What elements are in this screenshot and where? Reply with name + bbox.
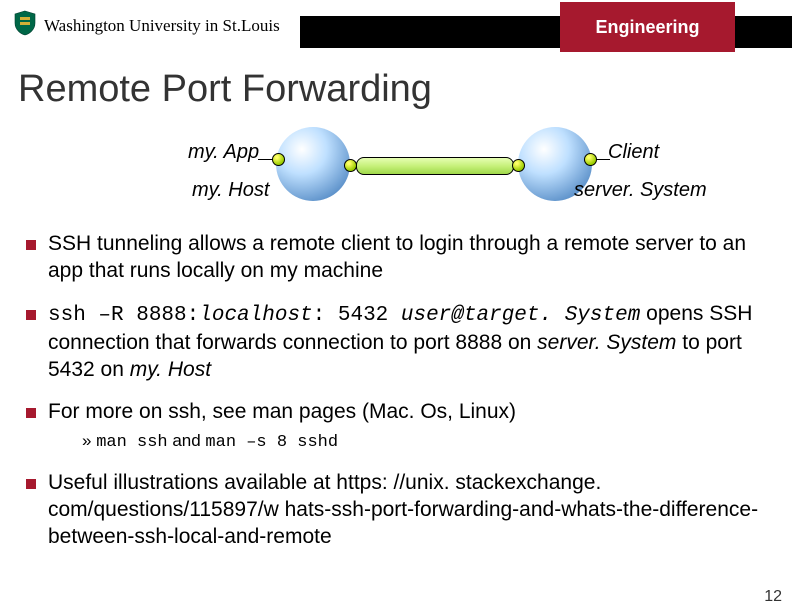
label-my-host: my. Host [192, 179, 269, 202]
slide-body: SSH tunneling allows a remote client to … [22, 231, 764, 551]
header-bar: Washington University in St.Louis Engine… [0, 0, 792, 58]
bullet-4-text: Useful illustrations available at https:… [48, 471, 758, 548]
label-server: server. System [574, 179, 707, 202]
man-ssh: man ssh [96, 433, 167, 452]
bullet-3: For more on ssh, see man pages (Mac. Os,… [22, 399, 764, 454]
slide-title: Remote Port Forwarding [18, 68, 792, 111]
header-left-white: Washington University in St.Louis [0, 0, 300, 50]
ssh-tunnel [356, 157, 514, 175]
bullet-3-text: For more on ssh, see man pages (Mac. Os,… [48, 400, 516, 423]
bullet-1: SSH tunneling allows a remote client to … [22, 231, 764, 285]
bullet-1-text: SSH tunneling allows a remote client to … [48, 232, 746, 282]
endpoint-dot [344, 159, 357, 172]
endpoint-dot [272, 153, 285, 166]
label-my-app: my. App [188, 141, 259, 164]
sub-text: and [168, 431, 206, 450]
ssh-cmd: : 5432 [313, 304, 401, 327]
page-number: 12 [764, 588, 782, 606]
bullet-2: ssh –R 8888:localhost: 5432 user@target.… [22, 301, 764, 384]
sub-bullet: man ssh and man –s 8 sshd [82, 430, 764, 454]
ssh-cmd: user@target. System [401, 304, 640, 327]
man-sshd: man –s 8 sshd [205, 433, 338, 452]
engineering-tab: Engineering [560, 2, 735, 52]
ssh-cmd: ssh –R 8888: [48, 304, 199, 327]
label-client: Client [608, 141, 659, 164]
endpoint-dot [512, 159, 525, 172]
shield-icon [14, 10, 36, 41]
bullet-4: Useful illustrations available at https:… [22, 470, 764, 551]
host-ref: my. Host [130, 358, 211, 381]
university-name: Washington University in St.Louis [44, 16, 280, 36]
ssh-cmd: localhost [199, 304, 312, 327]
endpoint-dot [584, 153, 597, 166]
server-ref: server. System [537, 331, 676, 354]
university-logo: Washington University in St.Louis [14, 10, 280, 41]
tunnel-diagram: my. App my. Host Client server. System [0, 119, 792, 221]
host-sphere [276, 127, 350, 201]
